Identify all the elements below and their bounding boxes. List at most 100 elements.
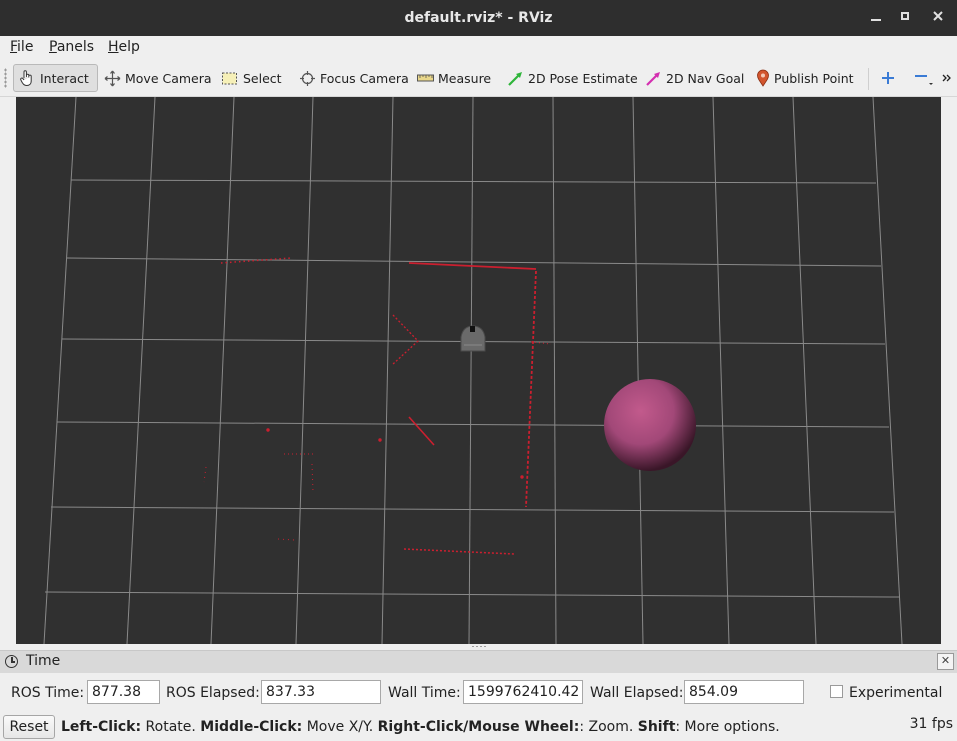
ros-time-field[interactable] [87,680,160,704]
minimize-icon[interactable] [866,8,886,28]
time-panel-header: Time ✕ [0,650,957,673]
left-dock-handle[interactable] [0,97,14,645]
laser-segment [311,463,314,493]
laser-segment [408,416,435,446]
hint-shift: Shift [637,719,676,735]
move-camera-icon [104,70,121,86]
reset-button[interactable]: Reset [3,715,55,739]
ros-elapsed-field[interactable] [261,680,381,704]
fps-counter: 31 fps [909,716,953,732]
wall-elapsed-label: Wall Elapsed: [590,685,684,701]
experimental-label: Experimental [849,685,943,701]
grid-line [210,97,235,644]
hint-middle-click: Middle-Click: [200,719,303,735]
grid-line [552,97,557,644]
grid-line [126,97,156,644]
laser-point [266,428,270,432]
window-title: default.rviz* - RViz [404,10,553,26]
grid-line [44,591,900,598]
plus-icon [882,72,894,84]
tool-2d-nav-goal-label: 2D Nav Goal [666,70,745,86]
ruler-icon [417,74,434,82]
time-panel: ROS Time: ROS Elapsed: Wall Time: Wall E… [0,673,957,711]
more-chevron-icon[interactable] [942,64,956,92]
wall-time-label: Wall Time: [388,685,461,701]
tool-interact-label: Interact [40,70,89,86]
focus-camera-icon [300,70,315,86]
tool-publish-point[interactable]: Publish Point [756,64,854,92]
grid-line [381,97,394,644]
tool-move-camera[interactable]: Move Camera [104,64,212,92]
hint-right-click: Right-Click/Mouse Wheel: [377,719,580,735]
laser-segment [277,538,295,541]
grid-line [295,97,314,644]
tool-2d-nav-goal[interactable]: 2D Nav Goal [645,64,744,92]
hint-shift-action: : More options. [675,719,780,735]
add-tool-button[interactable] [881,64,899,92]
tool-bar: Interact Move Camera Select Focus Camera… [0,60,957,97]
grid-line [66,257,882,267]
menu-bar: File Panels Help [0,36,957,60]
title-bar: default.rviz* - RViz [0,0,957,36]
tool-select-label: Select [243,70,282,86]
hint-left-action: Rotate. [141,719,201,735]
tool-publish-point-label: Publish Point [774,70,854,86]
hint-middle-action: Move X/Y. [302,719,378,735]
map-pin-icon [757,69,769,87]
tool-measure-label: Measure [438,70,492,86]
select-rectangle-icon [222,72,237,84]
green-arrow-icon [508,71,522,86]
grid-line [70,179,877,184]
minus-icon [915,75,933,85]
tool-focus-camera-label: Focus Camera [320,70,409,86]
clock-icon [5,655,18,668]
pink-sphere-marker [604,379,696,471]
grid-line [50,506,895,513]
laser-segment [408,262,537,270]
status-bar: Reset Left-Click: Rotate. Middle-Click: … [0,711,957,741]
close-icon[interactable] [928,8,948,28]
laser-point [378,438,382,442]
tool-select[interactable]: Select [221,64,282,92]
grid [43,97,903,644]
menu-file[interactable]: File [10,39,33,55]
grid-line [56,421,890,428]
menu-help[interactable]: Help [108,39,140,55]
toolbar-separator [868,68,869,90]
render-viewport[interactable] [16,97,941,644]
close-panel-icon[interactable]: ✕ [937,653,954,670]
laser-segment [403,548,515,555]
tool-focus-camera[interactable]: Focus Camera [299,64,409,92]
experimental-checkbox[interactable] [830,685,843,698]
grid-line [468,97,474,644]
mouse-hint: Left-Click: Rotate. Middle-Click: Move X… [61,719,780,735]
hand-pointer-icon [20,70,32,87]
magenta-arrow-icon [646,71,660,86]
scene-svg [43,97,903,644]
tool-2d-pose-estimate-label: 2D Pose Estimate [528,70,638,86]
ros-elapsed-label: ROS Elapsed: [166,685,260,701]
tool-move-camera-label: Move Camera [125,70,212,86]
grid-line [632,97,644,644]
grid-line [792,97,817,644]
menu-panels[interactable]: Panels [49,39,94,55]
tool-interact[interactable]: Interact [13,64,98,92]
time-panel-title: Time [26,653,61,669]
grid-line [43,97,77,644]
tool-2d-pose-estimate[interactable]: 2D Pose Estimate [507,64,638,92]
hint-left-click: Left-Click: [61,719,142,735]
remove-tool-button[interactable] [914,64,938,92]
grid-line [872,97,903,644]
maximize-icon[interactable] [895,8,915,28]
toolbar-grip[interactable] [4,68,7,88]
wall-time-field[interactable] [463,680,583,704]
laser-point [520,475,524,479]
right-dock-handle[interactable] [943,97,957,645]
tool-measure[interactable]: Measure [417,64,491,92]
laser-segment [525,270,537,508]
grid-line [712,97,730,644]
robot-lidar [470,326,475,332]
laser-segment [203,466,207,483]
laser-segment [391,314,419,366]
wall-elapsed-field[interactable] [684,680,804,704]
